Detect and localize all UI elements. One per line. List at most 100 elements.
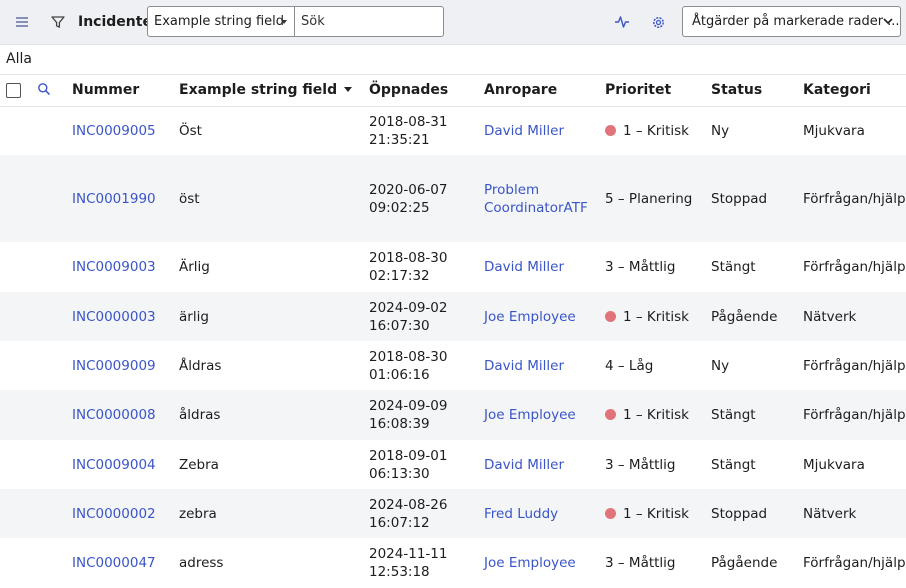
column-header-example-string-field[interactable]: Example string field <box>179 81 353 99</box>
column-header-prioritet[interactable]: Prioritet <box>605 81 671 99</box>
incident-number-link[interactable]: INC0001990 <box>72 190 156 208</box>
category-value: Nätverk <box>803 308 857 325</box>
priority-value: 3 – Måttlig <box>605 555 676 571</box>
category-value: Mjukvara <box>803 122 865 139</box>
column-header-anropare[interactable]: Anropare <box>484 81 557 99</box>
incident-number-link[interactable]: INC0009003 <box>72 258 156 276</box>
sort-descending-icon <box>344 87 353 92</box>
status-value: Stängt <box>711 407 756 423</box>
search-input[interactable] <box>295 6 444 37</box>
opened-datetime: 2020-06-07 09:02:25 <box>369 181 448 216</box>
category-value: Mjukvara <box>803 456 865 473</box>
category-value: Nätverk <box>803 505 857 522</box>
category-value: Förfrågan/hjälp <box>803 259 906 275</box>
string-field-value: Zebra <box>179 456 219 473</box>
table-row: INC0009003 Ärlig 2018-08-30 02:17:32 Davi… <box>0 242 906 292</box>
table-row: INC0000047 adress 2024-11-11 12:53:18 Joe… <box>0 538 906 588</box>
caller-link[interactable]: Joe Employee <box>484 406 576 424</box>
priority-value: 1 – Kritisk <box>605 505 689 523</box>
priority-value: 1 – Kritisk <box>605 122 689 140</box>
table-body: INC0009005 Öst 2018-08-31 21:35:21 David … <box>0 106 906 588</box>
string-field-value: Öst <box>179 122 202 139</box>
opened-datetime: 2024-11-11 12:53:18 <box>369 546 448 580</box>
string-field-value: Åldras <box>179 357 222 374</box>
critical-priority-dot <box>605 124 616 136</box>
incident-number-link[interactable]: INC0000003 <box>72 308 156 326</box>
opened-datetime: 2024-09-02 16:07:30 <box>369 299 448 334</box>
caller-link[interactable]: Joe Employee <box>484 554 576 572</box>
string-field-value: åldras <box>179 407 221 423</box>
actions-select-value: Åtgärder på markerade rader ... <box>692 14 900 29</box>
incident-number-link[interactable]: INC0009005 <box>72 122 156 140</box>
breadcrumb[interactable]: Alla <box>6 50 32 68</box>
string-field-value: Ärlig <box>179 259 210 275</box>
opened-datetime: 2018-08-30 02:17:32 <box>369 250 448 284</box>
opened-datetime: 2018-08-30 01:06:16 <box>369 348 448 383</box>
incident-number-link[interactable]: INC0000047 <box>72 554 156 572</box>
status-value: Pågående <box>711 308 778 325</box>
status-value: Stoppad <box>711 190 768 207</box>
status-value: Stängt <box>711 259 756 275</box>
column-search-icon[interactable] <box>37 82 53 98</box>
incident-number-link[interactable]: INC0000008 <box>72 406 156 424</box>
caller-link[interactable]: Fred Luddy <box>484 505 558 523</box>
incident-number-link[interactable]: INC0009009 <box>72 357 156 375</box>
menu-icon[interactable] <box>12 12 32 32</box>
incident-number-link[interactable]: INC0009004 <box>72 456 156 474</box>
priority-value: 3 – Måttlig <box>605 259 676 275</box>
status-value: Stoppad <box>711 505 768 522</box>
category-value: Förfrågan/hjälp <box>803 407 906 423</box>
column-header-nummer[interactable]: Nummer <box>72 81 139 99</box>
opened-datetime: 2018-08-31 21:35:21 <box>369 113 448 148</box>
table-row: INC0000003 ärlig 2024-09-02 16:07:30 Joe … <box>0 292 906 341</box>
actions-select[interactable]: Åtgärder på markerade rader ... <box>682 6 901 37</box>
opened-datetime: 2024-08-26 16:07:12 <box>369 496 448 531</box>
select-all-checkbox[interactable] <box>6 83 21 98</box>
list-header: Incidenter Example string field Åtgärder… <box>0 0 906 45</box>
table-header-row: Nummer Example string field Öppnades Anr… <box>0 74 906 107</box>
column-header-oppnades[interactable]: Öppnades <box>369 81 448 99</box>
table-row: INC0009004 Zebra 2018-09-01 06:13:30 Davi… <box>0 440 906 489</box>
chevron-down-icon <box>883 18 893 25</box>
caller-link[interactable]: David Miller <box>484 122 564 140</box>
string-field-value: adress <box>179 555 224 571</box>
column-header-status[interactable]: Status <box>711 81 762 99</box>
caller-link[interactable]: David Miller <box>484 357 564 375</box>
category-value: Förfrågan/hjälp <box>803 555 906 571</box>
table-row: INC0000008 åldras 2024-09-09 16:08:39 Joe… <box>0 390 906 440</box>
caret-down-icon <box>281 20 287 24</box>
string-field-value: ärlig <box>179 308 209 325</box>
search-field-select-value: Example string field <box>154 14 285 29</box>
table-row: INC0009009 Åldras 2018-08-30 01:06:16 Dav… <box>0 341 906 390</box>
caller-link[interactable]: David Miller <box>484 258 564 276</box>
filter-icon[interactable] <box>48 12 68 32</box>
table-row: INC0001990 öst 2020-06-07 09:02:25 Proble… <box>0 155 906 242</box>
priority-value: 1 – Kritisk <box>605 406 689 424</box>
gear-icon[interactable] <box>648 12 668 32</box>
priority-value: 4 – Låg <box>605 357 654 374</box>
critical-priority-dot <box>605 409 616 420</box>
table-row: INC0000002 zebra 2024-08-26 16:07:12 Fred… <box>0 489 906 538</box>
priority-value: 1 – Kritisk <box>605 308 689 326</box>
column-header-kategori[interactable]: Kategori <box>803 81 871 99</box>
string-field-value: zebra <box>179 505 217 522</box>
critical-priority-dot <box>605 507 616 519</box>
category-value: Förfrågan/hjälp <box>803 190 906 207</box>
caller-link[interactable]: David Miller <box>484 456 564 474</box>
incident-number-link[interactable]: INC0000002 <box>72 505 156 523</box>
string-field-value: öst <box>179 190 200 207</box>
status-value: Ny <box>711 357 730 374</box>
status-value: Stängt <box>711 456 756 473</box>
opened-datetime: 2018-09-01 06:13:30 <box>369 447 448 482</box>
critical-priority-dot <box>605 310 616 322</box>
priority-value: 5 – Planering <box>605 190 693 207</box>
status-value: Pågående <box>711 555 778 571</box>
priority-value: 3 – Måttlig <box>605 456 676 473</box>
search-field-select[interactable]: Example string field <box>147 6 295 37</box>
table-row: INC0009005 Öst 2018-08-31 21:35:21 David … <box>0 106 906 155</box>
caller-link[interactable]: Problem CoordinatorATF <box>484 181 588 217</box>
status-value: Ny <box>711 122 730 139</box>
pulse-icon[interactable] <box>612 12 632 32</box>
category-value: Förfrågan/hjälp <box>803 357 906 374</box>
caller-link[interactable]: Joe Employee <box>484 308 576 326</box>
